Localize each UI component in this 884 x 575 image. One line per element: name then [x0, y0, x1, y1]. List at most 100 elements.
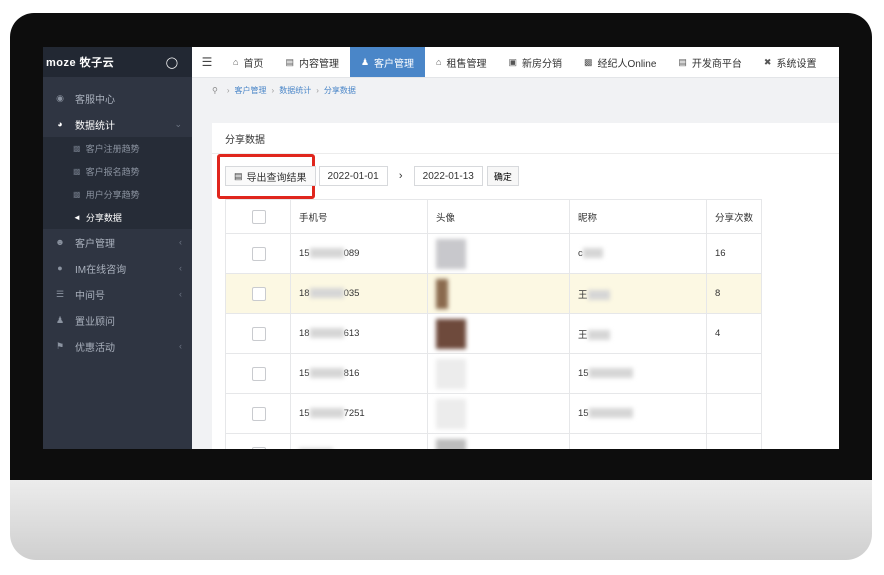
tab-developer[interactable]: ▤ 开发商平台 — [667, 47, 753, 77]
phone-redaction — [309, 368, 344, 379]
table-row[interactable]: 15 816 15 — [225, 353, 763, 394]
theme-drop-icon[interactable]: ◯ — [166, 56, 178, 69]
page-title: 分享数据 — [212, 123, 839, 154]
phone-prefix: 15 — [299, 248, 310, 259]
chevron-left-icon: ‹ — [179, 341, 182, 351]
brand-logo: moze 牧子云 — [46, 57, 115, 69]
tab-broker[interactable]: ▩ 经纪人Online — [573, 47, 667, 77]
tab-settings[interactable]: ✖ 系统设置 — [753, 47, 828, 77]
tab-home[interactable]: ⌂ 首页 — [222, 47, 274, 77]
nickname-cell: 15 — [569, 393, 707, 434]
avatar — [436, 318, 466, 349]
sidebar-item-label: 数据统计 — [75, 120, 115, 132]
header-nickname[interactable]: 昵称 — [569, 199, 707, 234]
table-row[interactable]: 18 613 王 4 — [225, 313, 763, 354]
breadcrumb-item[interactable]: 分享数据 — [324, 85, 356, 96]
breadcrumb-separator: › — [271, 85, 275, 95]
header-phone[interactable]: 手机号 — [290, 199, 428, 234]
select-all-checkbox[interactable] — [252, 209, 266, 224]
breadcrumb: ⚲ › 客户管理 › 数据统计 › 分享数据 — [192, 78, 839, 102]
tab-label: 开发商平台 — [691, 58, 742, 70]
avatar-cell — [427, 353, 570, 394]
phone-prefix: 18 — [299, 288, 310, 299]
avatar — [436, 358, 466, 389]
user-plus-icon: ♟ — [360, 56, 370, 67]
nickname-prefix: 15 — [578, 408, 589, 419]
confirm-button[interactable]: 确定 — [486, 166, 519, 186]
sidebar-subitem-signup-trend[interactable]: ▩ 客户报名趋势 — [43, 160, 192, 183]
end-date-input[interactable]: 2022-01-13 — [413, 166, 483, 186]
share-count-cell — [705, 433, 763, 449]
chat-icon: ● — [57, 263, 63, 273]
phone-redaction — [309, 288, 344, 299]
tab-customers[interactable]: ♟ 客户管理 — [349, 47, 426, 77]
tab-new-house[interactable]: ▣ 新房分销 — [497, 47, 573, 77]
phone-suffix: 613 — [343, 328, 360, 339]
table-row[interactable] — [225, 433, 763, 449]
breadcrumb-item[interactable]: 客户管理 — [235, 85, 267, 96]
menu-toggle-icon[interactable]: ☰ — [192, 47, 222, 77]
sidebar-item-consultant[interactable]: ♟ 置业顾问 — [43, 307, 192, 333]
tab-rental[interactable]: ⌂ 租售管理 — [425, 47, 497, 77]
nickname-cell: c — [569, 233, 707, 274]
header-share-count[interactable]: 分享次数 — [705, 199, 763, 234]
id-card-icon: ▩ — [583, 56, 593, 67]
row-checkbox[interactable] — [252, 406, 266, 421]
row-checkbox[interactable] — [252, 366, 266, 381]
toolbar: ▤ 导出查询结果 2022-01-01 › 2022-01-13 确定 — [225, 166, 519, 186]
sidebar-item-statistics[interactable]: ◕ 数据统计 ⌄ — [43, 111, 192, 137]
sidebar-item-customers[interactable]: ☻ 客户管理 ‹ — [43, 229, 192, 255]
users-icon: ☻ — [55, 237, 65, 247]
header-avatar[interactable]: 头像 — [427, 199, 570, 234]
sidebar-item-label: IM在线咨询 — [75, 264, 127, 276]
sidebar-subitem-register-trend[interactable]: ▩ 客户注册趋势 — [43, 137, 192, 160]
table-row[interactable]: 18 035 王 8 — [225, 273, 763, 314]
row-checkbox[interactable] — [252, 446, 266, 449]
share-count-cell: 4 — [705, 313, 763, 354]
sidebar-item-middle-number[interactable]: ☰ 中间号 ‹ — [43, 281, 192, 307]
chevron-left-icon: ‹ — [179, 237, 182, 247]
tab-content[interactable]: ▤ 内容管理 — [274, 47, 350, 77]
row-checkbox[interactable] — [252, 286, 266, 301]
nickname-redaction — [582, 248, 603, 259]
settings-icon: ✖ — [763, 56, 772, 67]
sidebar-subitem-share-data[interactable]: ◄ 分享数据 — [43, 206, 192, 229]
phone-redaction — [309, 248, 344, 259]
row-checkbox[interactable] — [252, 246, 266, 261]
sidebar-item-label: 客服中心 — [75, 94, 115, 106]
phone-cell: 18 613 — [290, 313, 428, 354]
sidebar: moze 牧子云 ◯ ◉ 客服中心 ◕ 数据统计 ⌄ ▩ 客户注册趋势 ▩ 客户… — [43, 47, 192, 449]
row-select-cell — [225, 353, 291, 394]
pie-chart-icon: ◕ — [57, 119, 63, 129]
sidebar-item-im-chat[interactable]: ● IM在线咨询 ‹ — [43, 255, 192, 281]
export-button[interactable]: ▤ 导出查询结果 — [225, 166, 316, 186]
nickname-redaction — [587, 329, 610, 340]
phone-prefix: 15 — [299, 408, 310, 419]
phone-cell: 15 7251 — [290, 393, 428, 434]
sidebar-item-customer-service[interactable]: ◉ 客服中心 — [43, 85, 192, 111]
nickname-redaction — [587, 289, 610, 300]
start-date-input[interactable]: 2022-01-01 — [318, 166, 388, 186]
content-panel: 分享数据 ▤ 导出查询结果 2022-01-01 › 2022-01-13 确定… — [212, 123, 839, 449]
avatar-cell — [427, 433, 570, 449]
row-select-cell — [225, 273, 291, 314]
sidebar-nav: ◉ 客服中心 ◕ 数据统计 ⌄ ▩ 客户注册趋势 ▩ 客户报名趋势 ▩ 用户分享… — [43, 77, 192, 359]
phone-suffix: 7251 — [343, 408, 365, 419]
list-icon: ☰ — [55, 288, 65, 299]
phone-suffix: 035 — [343, 288, 360, 299]
sidebar-subitem-label: 用户分享趋势 — [85, 190, 140, 200]
breadcrumb-item[interactable]: 数据统计 — [279, 85, 311, 96]
table-row[interactable]: 15 7251 15 — [225, 393, 763, 434]
row-select-cell — [225, 313, 291, 354]
sidebar-subitem-label: 分享数据 — [85, 213, 122, 223]
sidebar-item-promotions[interactable]: ⚑ 优惠活动 ‹ — [43, 333, 192, 359]
card-icon: ▣ — [508, 56, 517, 67]
nickname-redaction — [588, 368, 633, 379]
sidebar-subitem-share-trend[interactable]: ▩ 用户分享趋势 — [43, 183, 192, 206]
table-row[interactable]: 15 089 c 16 — [225, 233, 763, 274]
sidebar-item-label: 中间号 — [75, 290, 105, 302]
share-count-cell: 16 — [705, 233, 763, 274]
row-checkbox[interactable] — [252, 326, 266, 341]
table-header-row: 手机号 头像 昵称 分享次数 — [225, 199, 763, 234]
nickname-redaction — [588, 408, 633, 419]
